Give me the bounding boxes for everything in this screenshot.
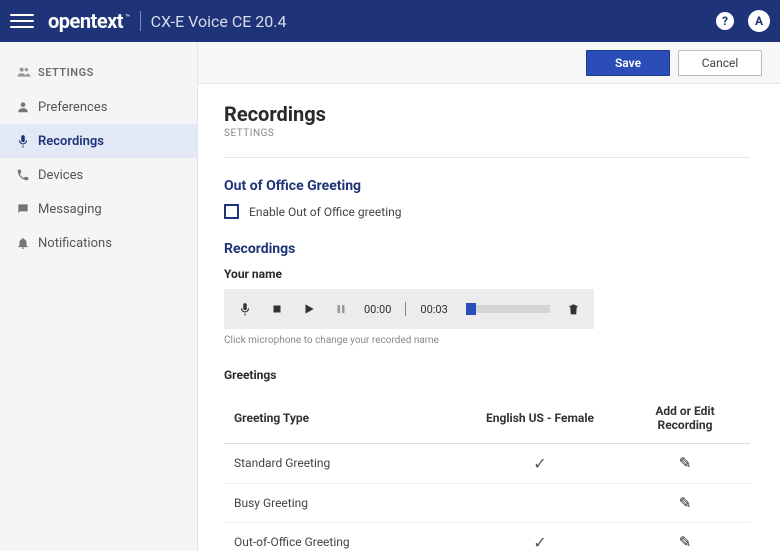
cancel-button[interactable]: Cancel [678,50,762,76]
edit-icon[interactable]: ✎ [679,494,692,512]
greeting-type-cell: Standard Greeting [234,456,450,470]
sidebar-item-messaging[interactable]: Messaging [0,192,197,226]
save-button[interactable]: Save [586,50,670,76]
table-header: Greeting Type English US - Female Add or… [224,394,750,444]
action-bar: Save Cancel [198,42,780,84]
sidebar: SETTINGS Preferences Recordings Devices [0,42,198,551]
microphone-icon [16,134,38,148]
greetings-table: Greeting Type English US - Female Add or… [224,394,750,551]
sidebar-item-label: Devices [38,168,83,183]
player-duration: 00:03 [420,303,447,316]
pause-icon[interactable] [332,300,350,318]
sidebar-item-notifications[interactable]: Notifications [0,226,197,260]
table-row: Busy Greeting ✎ [224,484,750,523]
menu-icon[interactable] [10,9,34,33]
brand-logo: opentext™ [48,9,130,33]
player-elapsed: 00:00 [364,303,391,316]
table-row: Out-of-Office Greeting ✓ ✎ [224,523,750,551]
ooo-section-title: Out of Office Greeting [224,178,750,194]
greetings-label: Greetings [224,368,750,382]
sidebar-item-label: Recordings [38,134,104,149]
edit-icon[interactable]: ✎ [679,454,692,472]
delete-icon[interactable] [564,300,582,318]
col-voice: English US - Female [450,411,630,425]
product-name: CX-E Voice CE 20.4 [151,12,287,31]
recordings-section-title: Recordings [224,241,750,257]
table-row: Standard Greeting ✓ ✎ [224,444,750,484]
record-icon[interactable] [236,300,254,318]
stop-icon[interactable] [268,300,286,318]
avatar[interactable]: A [748,10,770,32]
message-icon [16,202,38,216]
help-icon[interactable]: ? [716,12,734,30]
page-subtitle: SETTINGS [224,128,750,139]
sidebar-item-devices[interactable]: Devices [0,158,197,192]
player-hint: Click microphone to change your recorded… [224,335,750,346]
bell-icon [16,236,38,250]
check-icon: ✓ [533,454,546,473]
player-track[interactable] [466,305,550,313]
brand-divider [140,11,141,31]
yourname-label: Your name [224,267,750,281]
sidebar-item-label: Preferences [38,100,107,115]
player-time-divider [405,302,406,316]
divider [224,157,750,158]
sidebar-item-recordings[interactable]: Recordings [0,124,197,158]
greeting-type-cell: Out-of-Office Greeting [234,535,450,549]
sidebar-item-label: Notifications [38,236,112,251]
sidebar-section-settings: SETTINGS [0,54,197,90]
col-edit: Add or Edit Recording [630,404,740,433]
ooo-checkbox-label: Enable Out of Office greeting [249,205,401,219]
sidebar-item-label: Messaging [38,202,102,217]
ooo-enable-checkbox[interactable] [224,204,239,219]
play-icon[interactable] [300,300,318,318]
people-icon [16,65,38,79]
phone-icon [16,168,38,182]
greeting-type-cell: Busy Greeting [234,496,450,510]
audio-player: 00:00 00:03 [224,289,594,329]
person-icon [16,100,38,114]
sidebar-item-preferences[interactable]: Preferences [0,90,197,124]
topbar: opentext™ CX-E Voice CE 20.4 ? A [0,0,780,42]
sidebar-section-label: SETTINGS [38,66,94,79]
col-greeting-type: Greeting Type [234,411,450,425]
check-icon: ✓ [533,533,546,551]
edit-icon[interactable]: ✎ [679,533,692,551]
page-title: Recordings [224,102,750,126]
